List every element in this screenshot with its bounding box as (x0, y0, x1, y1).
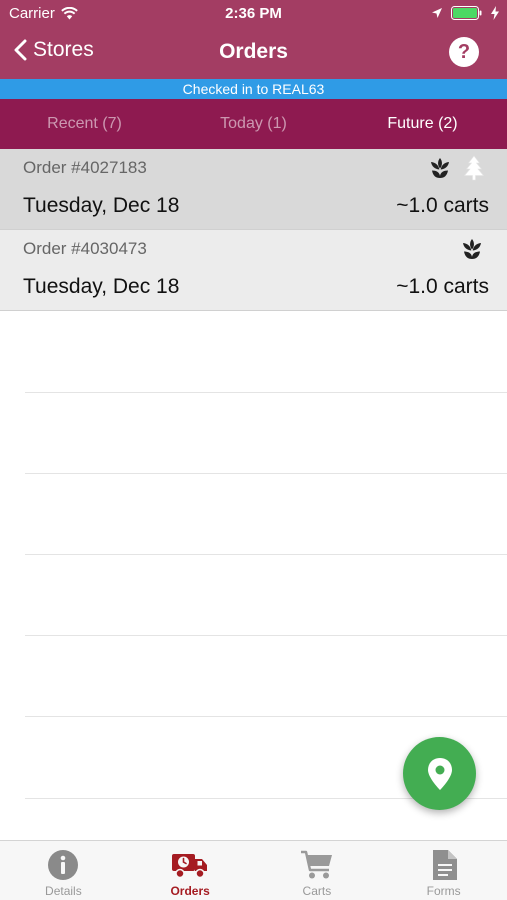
empty-row-divider (25, 716, 507, 717)
help-button[interactable]: ? (449, 37, 479, 67)
tab-label: Forms (426, 884, 461, 898)
tab-details[interactable]: Details (0, 841, 127, 900)
tab-orders[interactable]: Orders (127, 841, 254, 900)
tab-future[interactable]: Future (2) (338, 99, 507, 149)
order-row[interactable]: Order #4030473 Tuesday, Dec 18 ~1.0 cart… (0, 230, 507, 311)
top-bar: Carrier 2:36 PM Stores Orders ? (0, 0, 507, 79)
order-date: Tuesday, Dec 18 (23, 275, 180, 298)
empty-row-divider (25, 554, 507, 555)
charging-bolt-icon (491, 6, 499, 20)
delivery-truck-icon (172, 854, 208, 879)
tab-carts[interactable]: Carts (254, 841, 381, 900)
chevron-left-icon (14, 39, 27, 61)
location-arrow-icon (432, 8, 442, 18)
tab-recent[interactable]: Recent (7) (0, 99, 169, 149)
order-type-icons (459, 236, 485, 262)
order-number: Order #4030473 (23, 239, 147, 258)
check-in-location-button[interactable] (403, 737, 476, 810)
tab-label: Orders (170, 884, 210, 898)
battery-icon (451, 6, 482, 20)
status-indicators (431, 6, 499, 20)
flower-icon (431, 158, 449, 178)
tab-label: Carts (302, 884, 332, 898)
order-type-icons (427, 155, 485, 181)
document-icon (432, 850, 457, 880)
status-bar: Carrier 2:36 PM (0, 0, 507, 28)
empty-row-divider (25, 392, 507, 393)
tab-today[interactable]: Today (1) (169, 99, 338, 149)
back-button[interactable]: Stores (14, 38, 94, 62)
flower-icon (463, 239, 481, 259)
map-pin-icon (427, 757, 452, 790)
order-carts: ~1.0 carts (396, 194, 489, 217)
checkin-banner: Checked in to REAL63 (0, 79, 507, 99)
back-label: Stores (33, 38, 94, 61)
tab-label: Details (45, 884, 82, 898)
tab-forms[interactable]: Forms (380, 841, 507, 900)
tree-icon (463, 155, 485, 181)
order-row[interactable]: Order #4027183 Tuesday, Dec 18 ~1.0 cart… (0, 149, 507, 230)
nav-bar: Stores Orders ? (0, 28, 507, 79)
order-tabs: Recent (7) Today (1) Future (2) (0, 99, 507, 149)
empty-row-divider (25, 635, 507, 636)
empty-row-divider (25, 473, 507, 474)
help-icon: ? (457, 40, 471, 63)
orders-list: Order #4027183 Tuesday, Dec 18 ~1.0 cart… (0, 149, 507, 311)
order-number: Order #4027183 (23, 158, 147, 177)
bottom-tab-bar: Details Orders Carts Forms (0, 840, 507, 900)
cart-icon (300, 850, 332, 879)
info-icon (48, 850, 79, 880)
order-date: Tuesday, Dec 18 (23, 194, 180, 217)
order-carts: ~1.0 carts (396, 275, 489, 298)
